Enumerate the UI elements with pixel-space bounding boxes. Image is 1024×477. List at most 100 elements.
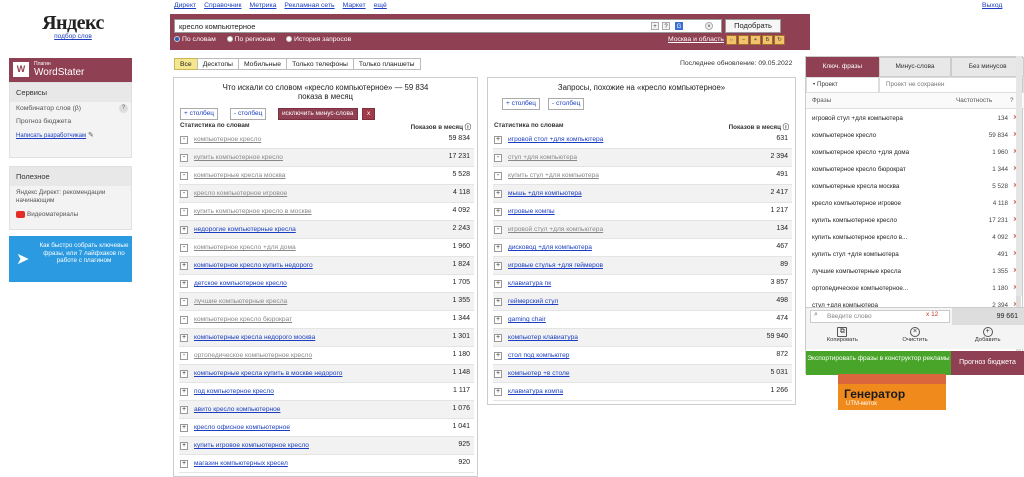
- plus-icon[interactable]: +: [750, 35, 761, 45]
- add-phrase-button[interactable]: +: [494, 244, 502, 252]
- add-button[interactable]: + Добавить: [951, 325, 1024, 349]
- phrase-link[interactable]: клавиатура компа: [508, 388, 563, 395]
- nav-metrica[interactable]: Метрика: [250, 2, 277, 9]
- phrase-link[interactable]: кресло компьютерное игровое: [194, 190, 287, 197]
- add-phrase-button[interactable]: +: [180, 262, 188, 270]
- phrase-link[interactable]: стол под компьютер: [508, 352, 569, 359]
- phrase-link[interactable]: компьютерное кресло купить недорого: [194, 262, 313, 269]
- nav-market[interactable]: Маркет: [343, 2, 366, 9]
- tab-phones[interactable]: Только телефоны: [286, 58, 354, 70]
- add-phrase-button[interactable]: +: [180, 424, 188, 432]
- utm-generator-banner[interactable]: Генератор UTM-меток: [838, 374, 946, 410]
- useful-direct-link[interactable]: Яндекс Директ: рекомендации начинающим: [10, 186, 131, 208]
- help-icon[interactable]: ⓘ: [783, 124, 789, 131]
- remove-column-button[interactable]: - столбец: [548, 98, 585, 110]
- export-phrases-button[interactable]: Экспортировать фразы в конструктор рекла…: [806, 351, 951, 375]
- phrase-link[interactable]: клавиатура пк: [508, 280, 551, 287]
- help-icon[interactable]: ?: [119, 104, 128, 113]
- phrase-link[interactable]: купить компьютерное кресло в москве: [194, 208, 312, 215]
- add-phrase-button[interactable]: +: [494, 316, 502, 324]
- phrase-link[interactable]: компьютерное кресло: [194, 136, 261, 143]
- write-developers-link[interactable]: Написать разработчикам ✎: [10, 128, 131, 142]
- useful-video-link[interactable]: Видеоматериалы: [10, 208, 131, 222]
- phrase-link[interactable]: детское компьютерное кресло: [194, 280, 287, 287]
- remove-phrase-button[interactable]: -: [180, 208, 188, 216]
- clear-button[interactable]: × Очистить: [879, 325, 952, 349]
- arrows-icon[interactable]: ⇔: [726, 35, 737, 45]
- phrase-link[interactable]: мышь +для компьютера: [508, 190, 582, 197]
- phrase-link[interactable]: ортопедическое компьютерное кресло: [194, 352, 312, 359]
- phrase-link[interactable]: стул +для компьютера: [508, 154, 577, 161]
- phrase-link[interactable]: недорогие компьютерные кресла: [194, 226, 296, 233]
- phrase-link[interactable]: кресло офисное компьютерное: [194, 424, 290, 431]
- exclude-minus-words-button[interactable]: исключить минус-слова: [278, 108, 358, 120]
- service-combinator[interactable]: Комбинатор слов (β)?: [10, 102, 131, 115]
- plus-icon[interactable]: +: [651, 22, 659, 30]
- add-phrase-button[interactable]: +: [494, 370, 502, 378]
- page-scrollbar[interactable]: [1016, 56, 1022, 296]
- add-phrase-button[interactable]: +: [494, 280, 502, 288]
- remove-phrase-button[interactable]: -: [180, 244, 188, 252]
- b-icon[interactable]: Б: [762, 35, 773, 45]
- add-phrase-button[interactable]: +: [494, 352, 502, 360]
- add-phrase-button[interactable]: +: [494, 334, 502, 342]
- add-phrase-button[interactable]: +: [180, 334, 188, 342]
- project-dropdown[interactable]: • Проект: [806, 77, 879, 93]
- minus-icon[interactable]: −: [738, 35, 749, 45]
- nav-reference[interactable]: Справочник: [204, 2, 241, 9]
- phrase-link[interactable]: магазин компьютерных кресел: [194, 460, 288, 467]
- phrase-link[interactable]: компьютерное кресло +для дома: [194, 244, 296, 251]
- service-budget[interactable]: Прогноз бюджета: [10, 115, 131, 128]
- copy-button[interactable]: ⧉ Копировать: [806, 325, 879, 349]
- remove-phrase-button[interactable]: -: [180, 352, 188, 360]
- phrase-link[interactable]: gaming chair: [508, 316, 546, 323]
- plugin-col-frequency[interactable]: Частотность: [956, 97, 992, 104]
- phrase-link[interactable]: игровой стул +для компьютера: [508, 226, 603, 233]
- add-phrase-button[interactable]: +: [180, 460, 188, 468]
- reload-icon[interactable]: ↻: [774, 35, 785, 45]
- exit-link[interactable]: Выход: [982, 2, 1002, 9]
- add-phrase-button[interactable]: +: [494, 298, 502, 306]
- phrase-link[interactable]: компьютерные кресла недорого москва: [194, 334, 315, 341]
- phrase-link[interactable]: диcковод +для компьютера: [508, 244, 592, 251]
- add-phrase-button[interactable]: +: [180, 280, 188, 288]
- search-input[interactable]: кресло компьютерное + ? G ×: [174, 19, 722, 33]
- help-icon[interactable]: ?: [1010, 97, 1014, 104]
- remove-phrase-button[interactable]: -: [494, 172, 502, 180]
- region-link[interactable]: Москва и область: [668, 36, 724, 43]
- tab-desktops[interactable]: Десктопы: [196, 58, 239, 70]
- nav-direct[interactable]: Директ: [174, 2, 196, 9]
- phrase-link[interactable]: компьютер +в столе: [508, 370, 570, 377]
- remove-phrase-button[interactable]: -: [180, 172, 188, 180]
- tab-tablets[interactable]: Только планшеты: [352, 58, 421, 70]
- tab-no-minus[interactable]: Без минусов: [951, 57, 1024, 77]
- add-phrase-button[interactable]: +: [494, 136, 502, 144]
- remove-phrase-button[interactable]: -: [180, 298, 188, 306]
- remove-phrase-button[interactable]: -: [494, 154, 502, 162]
- remove-phrase-button[interactable]: -: [180, 190, 188, 198]
- phrase-link[interactable]: игровые стулья +для геймеров: [508, 262, 603, 269]
- remove-phrase-button[interactable]: -: [180, 136, 188, 144]
- add-phrase-button[interactable]: +: [180, 406, 188, 414]
- remove-phrase-button[interactable]: -: [180, 154, 188, 162]
- add-phrase-button[interactable]: +: [494, 388, 502, 396]
- phrase-link[interactable]: игровые компы: [508, 208, 555, 215]
- add-column-button[interactable]: + столбец: [180, 108, 219, 120]
- telegram-banner[interactable]: ➤ Как быстро собрать ключевые фразы, или…: [9, 236, 132, 282]
- tab-minus-words[interactable]: Минус-слова: [878, 57, 952, 77]
- radio-by-regions[interactable]: По регионам: [226, 36, 275, 43]
- nav-more[interactable]: ещё: [374, 2, 387, 9]
- tab-mobile[interactable]: Мобильные: [237, 58, 288, 70]
- add-phrase-button[interactable]: +: [494, 208, 502, 216]
- remove-phrase-button[interactable]: -: [494, 226, 502, 234]
- radio-by-words[interactable]: По словам: [174, 36, 216, 43]
- add-phrase-button[interactable]: +: [180, 370, 188, 378]
- radio-history[interactable]: История запросов: [285, 36, 351, 43]
- phrase-link[interactable]: компьютерное кресло бюрократ: [194, 316, 292, 323]
- phrase-link[interactable]: компьютерные кресла купить в москве недо…: [194, 370, 342, 377]
- phrase-link[interactable]: лучшие компьютерные кресла: [194, 298, 287, 305]
- phrase-link[interactable]: купить игровое компьютерное кресло: [194, 442, 309, 449]
- add-phrase-button[interactable]: +: [180, 388, 188, 396]
- phrase-link[interactable]: игровой стол +для компьютера: [508, 136, 603, 143]
- google-icon[interactable]: G: [675, 22, 683, 30]
